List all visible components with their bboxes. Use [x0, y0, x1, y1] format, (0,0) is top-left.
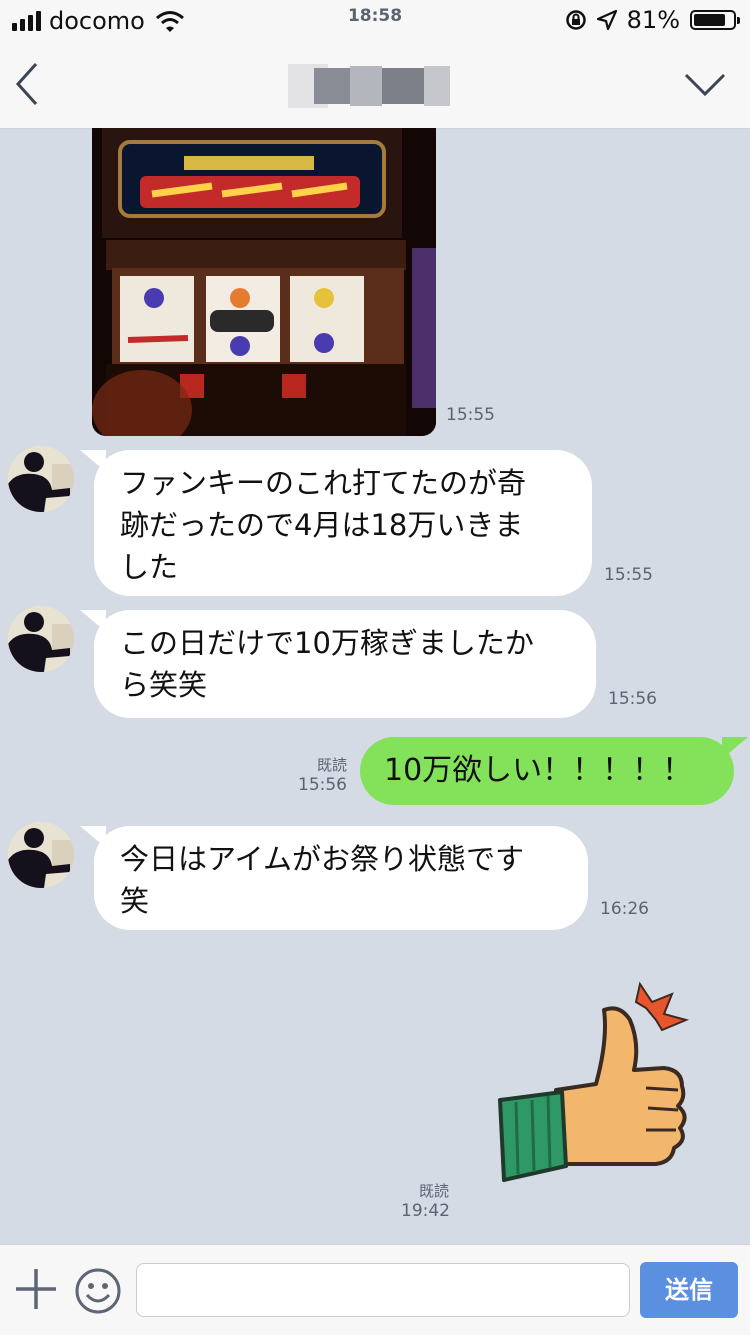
message-bubble[interactable]: 今日はアイムがお祭り状態です 笑 — [80, 826, 588, 930]
thumbs-up-sticker[interactable] — [496, 980, 702, 1190]
slot-machine-photo[interactable] — [92, 128, 436, 436]
message-bubble-outgoing[interactable]: 10万欲しい！！！！！ — [360, 737, 748, 805]
message-text-line: 今日はアイムがお祭り状態です — [120, 842, 524, 876]
message-text-line: ら笑笑 — [120, 668, 208, 702]
status-bar: docomo 18:58 81% — [0, 0, 750, 40]
message-time: 15:56 — [298, 775, 347, 795]
plus-icon[interactable] — [14, 1267, 58, 1311]
message-bubble[interactable]: ファンキーのこれ打てたのが奇 跡だったので4月は18万いきま した — [80, 450, 592, 596]
avatar[interactable] — [8, 446, 74, 512]
message-text-line: 跡だったので4月は18万いきま — [120, 508, 524, 542]
message-time: 15:55 — [446, 405, 495, 425]
message-time: 19:42 — [401, 1201, 450, 1221]
rotation-lock-icon — [565, 10, 586, 30]
read-receipt: 既読 — [316, 756, 347, 774]
send-button[interactable]: 送信 — [640, 1262, 738, 1318]
chat-title-blurred — [280, 54, 455, 118]
battery-icon — [690, 10, 740, 30]
read-receipt: 既読 — [418, 1182, 449, 1200]
message-time: 16:26 — [600, 899, 649, 919]
message-text-line: ファンキーのこれ打てたのが奇 — [120, 466, 527, 500]
avatar[interactable] — [8, 822, 74, 888]
chat-header — [0, 40, 750, 129]
message-text-line: 笑 — [120, 884, 150, 918]
location-icon — [596, 10, 617, 30]
message-time: 15:55 — [604, 565, 653, 585]
message-text-line: した — [120, 550, 179, 584]
chevron-down-icon[interactable] — [684, 72, 726, 98]
chevron-left-icon[interactable] — [14, 60, 42, 108]
emoji-icon[interactable] — [74, 1267, 122, 1315]
avatar[interactable] — [8, 606, 74, 672]
message-input[interactable] — [136, 1263, 630, 1317]
message-bubble[interactable]: この日だけで10万稼ぎましたか ら笑笑 — [80, 610, 596, 718]
message-list[interactable]: 15:55 ファンキーのこれ打てたのが奇 跡だったので4月は18万いきま した … — [0, 128, 750, 1244]
input-bar: 送信 — [0, 1244, 750, 1335]
message-text: 10万欲しい！！！！！ — [384, 753, 693, 788]
message-time: 15:56 — [608, 689, 657, 709]
message-text-line: この日だけで10万稼ぎましたか — [120, 626, 534, 660]
battery-percent: 81% — [626, 6, 680, 34]
